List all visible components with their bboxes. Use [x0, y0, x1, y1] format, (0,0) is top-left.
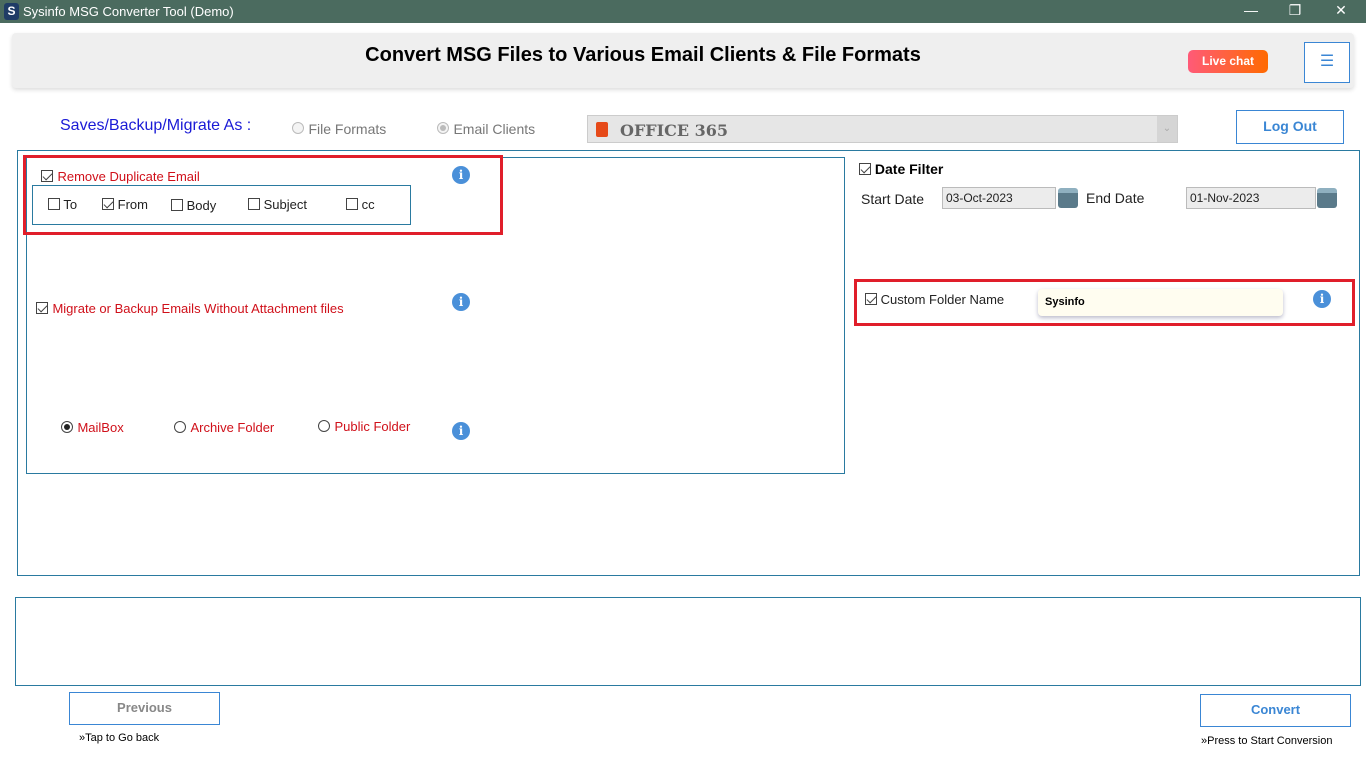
menu-icon[interactable]: ☰ [1304, 42, 1350, 83]
title-bar: S Sysinfo MSG Converter Tool (Demo) — ❐ … [0, 0, 1366, 23]
radio-label: Email Clients [453, 121, 536, 137]
convert-button[interactable]: Convert [1200, 694, 1351, 727]
convert-hint: »Press to Start Conversion [1201, 735, 1333, 747]
end-date-input[interactable]: 01-Nov-2023 [1186, 187, 1316, 209]
header-banner: Convert MSG Files to Various Email Clien… [12, 33, 1354, 88]
office-icon [596, 122, 608, 137]
calendar-icon[interactable] [1058, 188, 1078, 208]
custom-folder-input[interactable]: Sysinfo [1038, 289, 1283, 316]
without-attachment-checkbox[interactable]: Migrate or Backup Emails Without Attachm… [36, 300, 344, 318]
previous-hint: »Tap to Go back [79, 732, 160, 744]
checkbox-label: Migrate or Backup Emails Without Attachm… [52, 301, 344, 316]
target-client-select[interactable]: OFFICE 365 ⌄ [587, 115, 1178, 143]
logout-button[interactable]: Log Out [1236, 110, 1344, 144]
radio-public-folder[interactable]: Public Folder [318, 418, 410, 436]
radio-circle [437, 122, 449, 134]
checkbox-label: Date Filter [874, 161, 944, 177]
remove-duplicate-checkbox[interactable]: Remove Duplicate Email [41, 168, 200, 186]
app-logo-icon: S [4, 3, 19, 20]
checkbox-label: To [63, 197, 78, 212]
field-from-checkbox[interactable]: From [102, 197, 148, 212]
radio-email-clients[interactable]: Email Clients [437, 121, 535, 139]
start-date-input[interactable]: 03-Oct-2023 [942, 187, 1056, 209]
checkbox-label: Body [186, 198, 217, 213]
radio-archive-folder[interactable]: Archive Folder [174, 419, 274, 437]
radio-circle [292, 122, 304, 134]
restore-button[interactable]: ❐ [1280, 2, 1310, 19]
date-filter-checkbox[interactable]: Date Filter [859, 161, 943, 177]
calendar-icon[interactable] [1317, 188, 1337, 208]
start-date-label: Start Date [861, 191, 925, 207]
checkbox [41, 170, 53, 182]
log-panel [15, 597, 1361, 686]
save-as-label: Saves/Backup/Migrate As : [60, 117, 252, 134]
end-date-label: End Date [1086, 190, 1145, 206]
minimize-button[interactable]: — [1236, 2, 1266, 18]
info-icon[interactable]: i [452, 293, 470, 311]
radio-label: Public Folder [334, 419, 411, 434]
custom-folder-checkbox[interactable]: Custom Folder Name [865, 292, 1004, 307]
radio-file-formats[interactable]: File Formats [292, 121, 386, 139]
info-icon[interactable]: i [452, 166, 470, 184]
info-icon[interactable]: i [452, 422, 470, 440]
radio-label: MailBox [77, 420, 124, 435]
checkbox-label: cc [361, 197, 375, 212]
selected-client: OFFICE 365 [620, 121, 729, 140]
field-subject-checkbox[interactable]: Subject [248, 197, 307, 212]
radio-mailbox[interactable]: MailBox [61, 419, 124, 437]
info-icon[interactable]: i [1313, 290, 1331, 308]
field-to-checkbox[interactable]: To [48, 197, 77, 212]
chevron-down-icon[interactable]: ⌄ [1157, 116, 1177, 142]
previous-button[interactable]: Previous [69, 692, 220, 725]
checkbox-label: Remove Duplicate Email [57, 169, 200, 184]
checkbox-label: Subject [263, 197, 307, 212]
page-title: Convert MSG Files to Various Email Clien… [365, 44, 921, 66]
close-button[interactable]: ✕ [1326, 2, 1356, 19]
checkbox-label: Custom Folder Name [880, 292, 1005, 307]
checkbox-label: From [117, 197, 148, 212]
window-title: Sysinfo MSG Converter Tool (Demo) [23, 4, 234, 19]
field-body-checkbox[interactable]: Body [171, 198, 216, 213]
live-chat-button[interactable]: Live chat [1188, 50, 1268, 73]
radio-label: Archive Folder [190, 420, 275, 435]
field-cc-checkbox[interactable]: cc [346, 197, 375, 212]
radio-label: File Formats [308, 121, 387, 137]
